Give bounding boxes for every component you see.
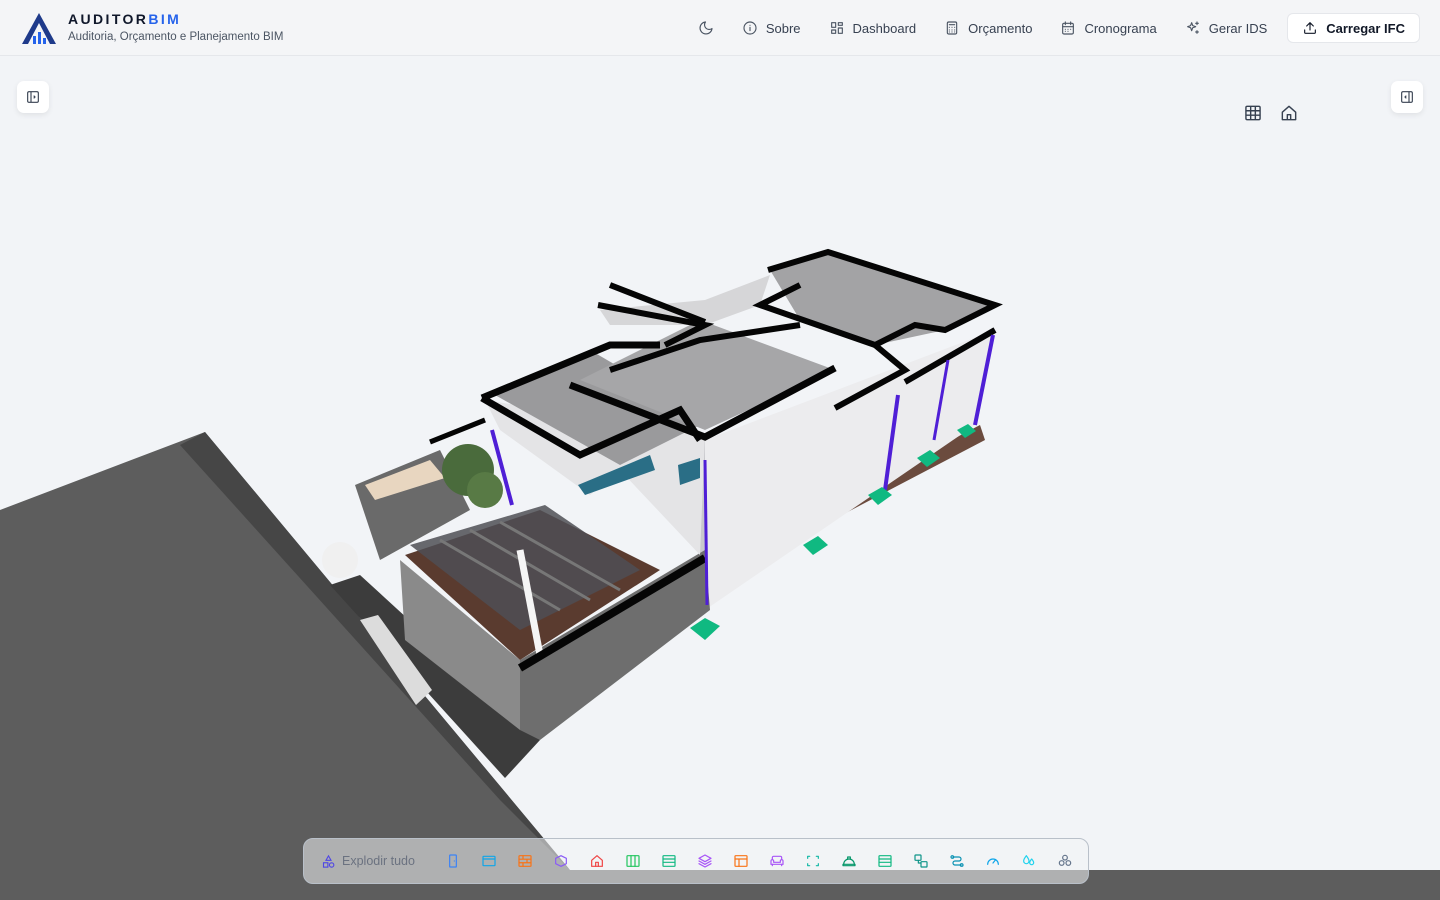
columns-icon xyxy=(626,855,640,867)
info-icon xyxy=(743,21,757,35)
toolbar-tool-beam[interactable] xyxy=(543,846,579,876)
door-icon xyxy=(449,854,457,868)
toolbar-tool-wall-brick[interactable] xyxy=(507,846,543,876)
brand[interactable]: AUDITORBIM Auditoria, Orçamento e Planej… xyxy=(20,11,283,45)
toolbar-tool-gauge[interactable] xyxy=(975,846,1011,876)
toolbar-tool-door[interactable] xyxy=(435,846,471,876)
panel-right-open-icon xyxy=(1401,91,1413,103)
element-filter-toolbar: Explodir tudo xyxy=(303,838,1089,884)
ramp-shapes-icon xyxy=(914,854,928,868)
model-viewer-3d[interactable] xyxy=(0,56,1440,900)
beam-icon xyxy=(555,855,567,867)
space-bounds-icon xyxy=(807,855,819,867)
budget-label: Orçamento xyxy=(968,20,1033,36)
stairs-icon xyxy=(878,855,892,867)
layers-icon xyxy=(698,854,712,868)
toolbar-tool-ramp-shapes[interactable] xyxy=(903,846,939,876)
toolbar-tool-cluster[interactable] xyxy=(1047,846,1083,876)
pipe-route-icon xyxy=(950,855,964,867)
toolbar-tool-space-bounds[interactable] xyxy=(795,846,831,876)
helmet-icon xyxy=(842,856,856,867)
ifc-model-render[interactable] xyxy=(0,56,1440,900)
app-header: AUDITORBIM Auditoria, Orçamento e Planej… xyxy=(0,0,1440,56)
dashboard-label: Dashboard xyxy=(852,20,917,36)
calculator-icon xyxy=(946,21,958,35)
grid-icon xyxy=(1245,105,1261,121)
sofa-furniture-icon xyxy=(770,855,784,867)
upload-icon xyxy=(1304,22,1317,34)
left-panel-toggle-button[interactable] xyxy=(17,81,49,113)
schedule-button[interactable]: Cronograma xyxy=(1046,13,1170,43)
dashboard-button[interactable]: Dashboard xyxy=(815,13,931,43)
upload-ifc-label: Carregar IFC xyxy=(1326,20,1405,36)
auditorbim-logo-icon xyxy=(22,12,56,44)
app-name: AUDITORBIM xyxy=(68,10,182,27)
water-drops-icon xyxy=(1023,855,1035,866)
toolbar-tool-layers[interactable] xyxy=(687,846,723,876)
home-icon xyxy=(1281,105,1297,121)
toolbar-tool-pipe-route[interactable] xyxy=(939,846,975,876)
theme-toggle-button[interactable] xyxy=(684,13,728,43)
about-button[interactable]: Sobre xyxy=(728,13,815,43)
home-view-button[interactable] xyxy=(1278,102,1300,124)
toolbar-tool-water-drops[interactable] xyxy=(1011,846,1047,876)
slab-icon xyxy=(662,855,676,867)
generate-ids-label: Gerar IDS xyxy=(1208,20,1268,36)
layout-panel-icon xyxy=(734,855,748,867)
right-panel-toggle-button[interactable] xyxy=(1391,81,1423,113)
toolbar-tool-roof-house[interactable] xyxy=(579,846,615,876)
shapes-icon xyxy=(322,854,335,868)
dashboard-grid-icon xyxy=(830,22,843,34)
main-nav: Sobre Dashboard Orçamento Cronograma Ger… xyxy=(684,13,1420,43)
explode-all-label: Explodir tudo xyxy=(342,854,415,868)
tool-list xyxy=(435,846,1083,876)
about-label: Sobre xyxy=(765,20,801,36)
upload-ifc-button[interactable]: Carregar IFC xyxy=(1287,13,1420,43)
cluster-icon xyxy=(1058,854,1072,866)
toolbar-tool-stairs[interactable] xyxy=(867,846,903,876)
schedule-label: Cronograma xyxy=(1084,20,1157,36)
gauge-icon xyxy=(987,858,999,865)
grid-toggle-button[interactable] xyxy=(1242,102,1264,124)
toolbar-tool-window[interactable] xyxy=(471,846,507,876)
toolbar-tool-layout-panel[interactable] xyxy=(723,846,759,876)
generate-ids-button[interactable]: Gerar IDS xyxy=(1171,13,1282,43)
toolbar-tool-columns[interactable] xyxy=(615,846,651,876)
view-tools xyxy=(1242,102,1300,124)
toolbar-tool-helmet[interactable] xyxy=(831,846,867,876)
sparkles-icon xyxy=(1186,21,1199,34)
roof-house-icon xyxy=(591,855,603,867)
wall-brick-icon xyxy=(518,855,532,867)
calendar-icon xyxy=(1062,21,1075,35)
explode-all-button[interactable]: Explodir tudo xyxy=(321,854,415,869)
app-subtitle: Auditoria, Orçamento e Planejamento BIM xyxy=(68,30,284,43)
budget-button[interactable]: Orçamento xyxy=(930,13,1046,43)
toolbar-tool-slab[interactable] xyxy=(651,846,687,876)
panel-left-open-icon xyxy=(27,91,39,103)
window-icon xyxy=(482,855,496,867)
moon-icon xyxy=(699,21,713,35)
toolbar-tool-sofa-furniture[interactable] xyxy=(759,846,795,876)
